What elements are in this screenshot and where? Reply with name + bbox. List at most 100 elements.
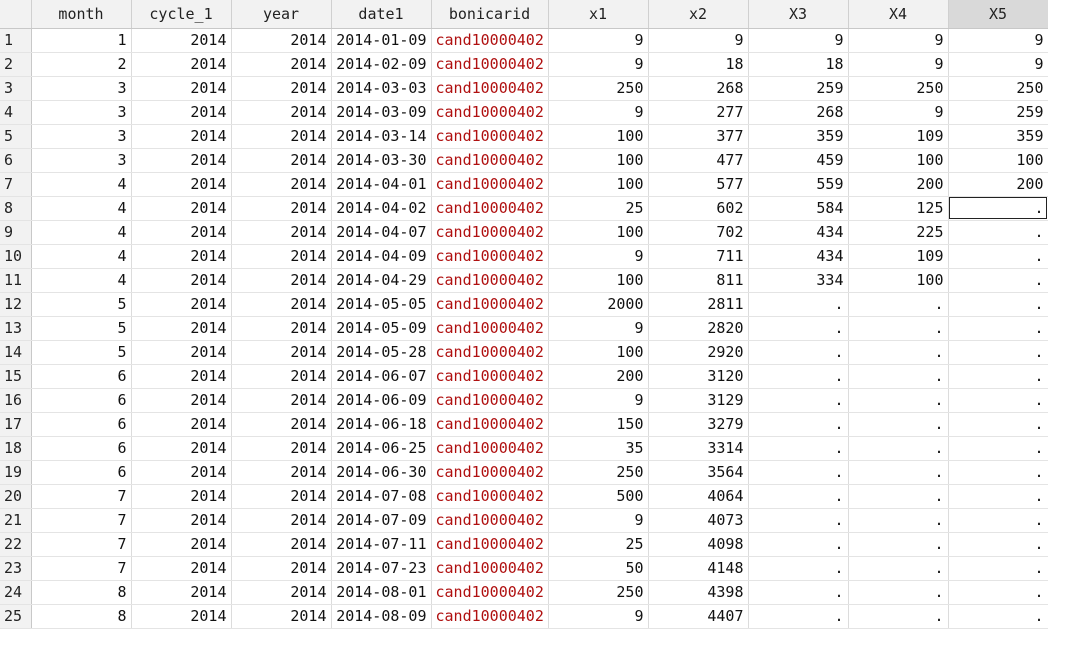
table-row[interactable]: 8 4 2014 2014 2014-04-02 cand10000402 25 602 584… (0, 196, 1049, 221)
cell-year[interactable]: 2014 (231, 244, 332, 269)
cell-X4[interactable]: . (848, 604, 949, 629)
row-number[interactable]: 16 (0, 388, 32, 413)
cell-bonicarid[interactable]: cand10000402 (431, 532, 549, 557)
cell-x2[interactable]: 3314 (648, 436, 749, 461)
table-row[interactable]: 19 6 2014 2014 2014-06-30 cand10000402 250 3564… (0, 460, 1049, 485)
row-number[interactable]: 4 (0, 100, 32, 125)
cell-date1[interactable]: 2014-03-30 (331, 148, 432, 173)
cell-date1[interactable]: 2014-04-29 (331, 268, 432, 293)
cell-X3[interactable]: . (748, 532, 849, 557)
row-number[interactable]: 1 (0, 28, 32, 53)
cell-X5[interactable]: . (948, 316, 1049, 341)
cell-x1[interactable]: 100 (548, 220, 649, 245)
cell-X5[interactable]: . (948, 412, 1049, 437)
cell-date1[interactable]: 2014-01-09 (331, 28, 432, 53)
row-number[interactable]: 2 (0, 52, 32, 77)
cell-month[interactable]: 7 (31, 484, 132, 509)
row-number[interactable]: 19 (0, 460, 32, 485)
cell-x1[interactable]: 100 (548, 268, 649, 293)
cell-year[interactable]: 2014 (231, 220, 332, 245)
cell-X3[interactable]: 584 (748, 196, 849, 221)
cell-month[interactable]: 4 (31, 244, 132, 269)
cell-X5[interactable]: . (948, 388, 1049, 413)
cell-X3[interactable]: . (748, 364, 849, 389)
cell-month[interactable]: 7 (31, 508, 132, 533)
cell-cycle_1[interactable]: 2014 (131, 460, 232, 485)
cell-year[interactable]: 2014 (231, 460, 332, 485)
cell-X4[interactable]: . (848, 532, 949, 557)
cell-bonicarid[interactable]: cand10000402 (431, 124, 549, 149)
cell-x2[interactable]: 377 (648, 124, 749, 149)
cell-X4[interactable]: . (848, 388, 949, 413)
row-number[interactable]: 8 (0, 196, 32, 221)
cell-x1[interactable]: 500 (548, 484, 649, 509)
table-row[interactable]: 2 2 2014 2014 2014-02-09 cand10000402 9 18 18 9 9 (0, 52, 1049, 77)
cell-X4[interactable]: 9 (848, 28, 949, 53)
cell-month[interactable]: 8 (31, 604, 132, 629)
cell-bonicarid[interactable]: cand10000402 (431, 604, 549, 629)
cell-bonicarid[interactable]: cand10000402 (431, 148, 549, 173)
cell-year[interactable]: 2014 (231, 556, 332, 581)
table-row[interactable]: 17 6 2014 2014 2014-06-18 cand10000402 150 3279… (0, 412, 1049, 437)
cell-X5[interactable]: . (948, 460, 1049, 485)
cell-cycle_1[interactable]: 2014 (131, 124, 232, 149)
cell-X3[interactable]: . (748, 556, 849, 581)
cell-cycle_1[interactable]: 2014 (131, 484, 232, 509)
cell-X4[interactable]: . (848, 412, 949, 437)
cell-x1[interactable]: 100 (548, 340, 649, 365)
cell-X4[interactable]: . (848, 364, 949, 389)
cell-cycle_1[interactable]: 2014 (131, 196, 232, 221)
cell-X5[interactable]: 250 (948, 76, 1049, 101)
column-header-X3[interactable]: X3 (748, 0, 849, 29)
cell-x2[interactable]: 277 (648, 100, 749, 125)
cell-date1[interactable]: 2014-04-02 (331, 196, 432, 221)
cell-x1[interactable]: 250 (548, 76, 649, 101)
table-row[interactable]: 14 5 2014 2014 2014-05-28 cand10000402 100 2920… (0, 340, 1049, 365)
cell-x2[interactable]: 602 (648, 196, 749, 221)
table-row[interactable]: 9 4 2014 2014 2014-04-07 cand10000402 100 702 43… (0, 220, 1049, 245)
cell-X5[interactable]: . (948, 364, 1049, 389)
column-header-x1[interactable]: x1 (548, 0, 649, 29)
table-row[interactable]: 7 4 2014 2014 2014-04-01 cand10000402 100 577 55… (0, 172, 1049, 197)
cell-date1[interactable]: 2014-06-30 (331, 460, 432, 485)
cell-X4[interactable]: 100 (848, 268, 949, 293)
cell-x1[interactable]: 9 (548, 388, 649, 413)
cell-month[interactable]: 4 (31, 196, 132, 221)
cell-X3[interactable]: . (748, 388, 849, 413)
cell-month[interactable]: 5 (31, 292, 132, 317)
cell-cycle_1[interactable]: 2014 (131, 340, 232, 365)
cell-year[interactable]: 2014 (231, 508, 332, 533)
cell-X4[interactable]: 200 (848, 172, 949, 197)
cell-x1[interactable]: 50 (548, 556, 649, 581)
cell-cycle_1[interactable]: 2014 (131, 292, 232, 317)
column-header-X5[interactable]: X5 (948, 0, 1049, 29)
cell-x1[interactable]: 9 (548, 604, 649, 629)
cell-X4[interactable]: 250 (848, 76, 949, 101)
cell-X4[interactable]: . (848, 556, 949, 581)
cell-cycle_1[interactable]: 2014 (131, 388, 232, 413)
row-number[interactable]: 9 (0, 220, 32, 245)
cell-date1[interactable]: 2014-03-09 (331, 100, 432, 125)
cell-bonicarid[interactable]: cand10000402 (431, 436, 549, 461)
cell-x2[interactable]: 702 (648, 220, 749, 245)
cell-X4[interactable]: . (848, 292, 949, 317)
cell-month[interactable]: 6 (31, 364, 132, 389)
cell-x1[interactable]: 2000 (548, 292, 649, 317)
cell-date1[interactable]: 2014-02-09 (331, 52, 432, 77)
cell-bonicarid[interactable]: cand10000402 (431, 52, 549, 77)
cell-X4[interactable]: . (848, 484, 949, 509)
table-row[interactable]: 25 8 2014 2014 2014-08-09 cand10000402 9 4407..… (0, 604, 1049, 629)
cell-date1[interactable]: 2014-05-28 (331, 340, 432, 365)
cell-cycle_1[interactable]: 2014 (131, 580, 232, 605)
cell-bonicarid[interactable]: cand10000402 (431, 28, 549, 53)
cell-X5[interactable]: 9 (948, 28, 1049, 53)
cell-X3[interactable]: . (748, 580, 849, 605)
cell-x2[interactable]: 4407 (648, 604, 749, 629)
table-row[interactable]: 5 3 2014 2014 2014-03-14 cand10000402 100 377 35… (0, 124, 1049, 149)
cell-X5[interactable]: . (948, 532, 1049, 557)
cell-month[interactable]: 3 (31, 76, 132, 101)
cell-month[interactable]: 6 (31, 436, 132, 461)
cell-year[interactable]: 2014 (231, 580, 332, 605)
cell-date1[interactable]: 2014-05-09 (331, 316, 432, 341)
cell-year[interactable]: 2014 (231, 196, 332, 221)
